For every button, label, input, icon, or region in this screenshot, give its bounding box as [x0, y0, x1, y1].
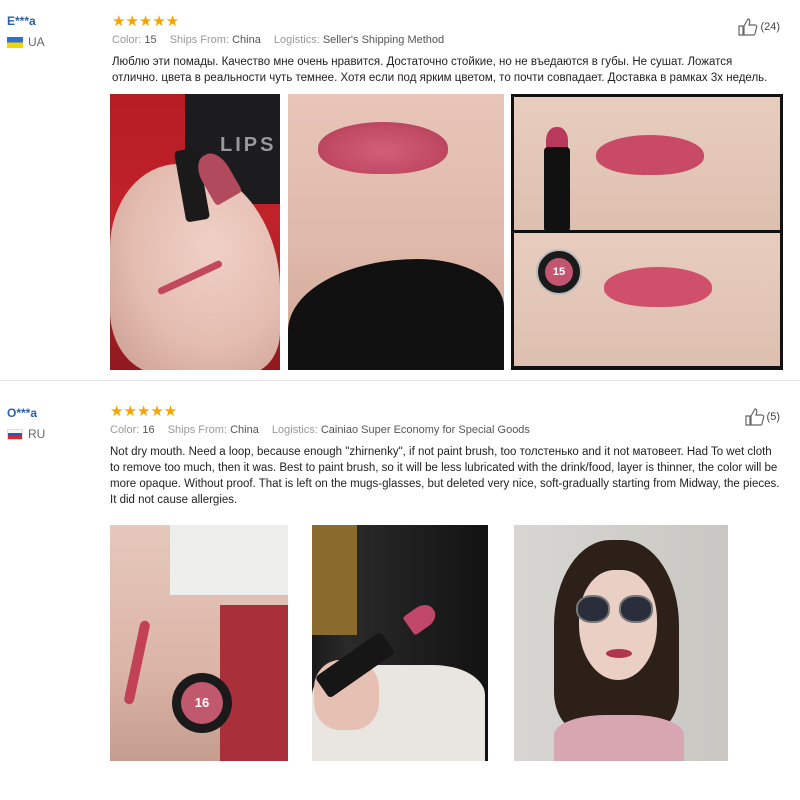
flag-icon-ru: [7, 428, 23, 440]
collage-top: [514, 97, 780, 230]
reviewer-country: RU: [7, 427, 45, 441]
helpful-button[interactable]: (5): [744, 408, 780, 426]
review-photo[interactable]: LIPS: [110, 94, 280, 370]
lipstick-cap: 16: [172, 673, 232, 733]
ships-from-label: Ships From:: [169, 34, 230, 46]
swatch-shape: [123, 619, 151, 706]
lipstick-tip-shape: [402, 600, 440, 636]
product-box: [170, 525, 288, 595]
ships-from-value: China: [230, 424, 259, 436]
lips-shape: [318, 122, 448, 174]
star-rating: ★★★★★: [112, 13, 180, 30]
ships-from-value: China: [232, 34, 261, 46]
logistics-value: Cainiao Super Economy for Special Goods: [320, 424, 530, 436]
reviewer-name: E***a: [7, 14, 36, 28]
star-rating: ★★★★★: [110, 403, 178, 420]
thumbs-up-icon: [744, 408, 764, 426]
review-photo[interactable]: 15: [511, 94, 783, 370]
color-value: 15: [144, 34, 157, 46]
review-content: ★★★★★ Color: 16 Ships From: China Logist…: [110, 404, 780, 508]
mat-shape: [220, 605, 288, 761]
thumbs-up-icon: [738, 18, 758, 36]
logistics-value: Seller's Shipping Method: [322, 34, 445, 46]
review-photo[interactable]: [288, 94, 504, 370]
color-label: Color:: [110, 424, 140, 436]
reviewer-name: O***a: [7, 406, 38, 420]
review-meta: Color: 15 Ships From: China Logistics: S…: [112, 34, 780, 46]
reviewer-info: O***a RU: [7, 406, 45, 441]
shirt-shape: [288, 259, 504, 370]
lips-shape: [606, 649, 632, 658]
country-code: RU: [28, 427, 46, 441]
lipstick-cap: 15: [536, 249, 582, 295]
color-value: 16: [142, 424, 155, 436]
sunglasses-lens: [619, 595, 653, 623]
review-content: ★★★★★ Color: 15 Ships From: China Logist…: [112, 14, 780, 86]
review-photo[interactable]: 16: [110, 525, 288, 761]
sunglasses-lens: [576, 595, 610, 623]
wall-tile-shape: [312, 525, 357, 635]
logistics-label: Logistics:: [273, 34, 320, 46]
review-text: Люблю эти помады. Качество мне очень нра…: [112, 56, 768, 84]
review-photo[interactable]: [312, 525, 488, 761]
lips-shape: [604, 267, 712, 307]
review-meta: Color: 16 Ships From: China Logistics: C…: [110, 424, 780, 436]
lips-shape: [596, 135, 704, 175]
helpful-count: (5): [766, 411, 780, 423]
review-item: E***a UA ★★★★★ Color: 15 Ships From: Chi…: [0, 0, 800, 381]
review-item: O***a RU ★★★★★ Color: 16 Ships From: Chi…: [0, 390, 800, 800]
collage-bottom: 15: [514, 233, 780, 366]
color-label: Color:: [112, 34, 142, 46]
ships-from-label: Ships From:: [167, 424, 228, 436]
box-label: LIPS: [220, 134, 277, 156]
shade-number: 15: [545, 258, 573, 286]
country-code: UA: [28, 35, 45, 49]
lipstick-shape: [544, 147, 570, 230]
helpful-button[interactable]: (24): [738, 18, 780, 36]
logistics-label: Logistics:: [271, 424, 318, 436]
helpful-count: (24): [760, 21, 780, 33]
reviewer-country: UA: [7, 35, 45, 49]
top-shape: [554, 715, 684, 761]
face-shape: [579, 570, 657, 680]
review-photo[interactable]: [514, 525, 728, 761]
flag-icon-ua: [7, 36, 23, 48]
reviewer-info: E***a UA: [7, 14, 45, 49]
shade-number: 16: [181, 682, 223, 724]
review-text: Not dry mouth. Need a loop, because enou…: [110, 446, 780, 506]
